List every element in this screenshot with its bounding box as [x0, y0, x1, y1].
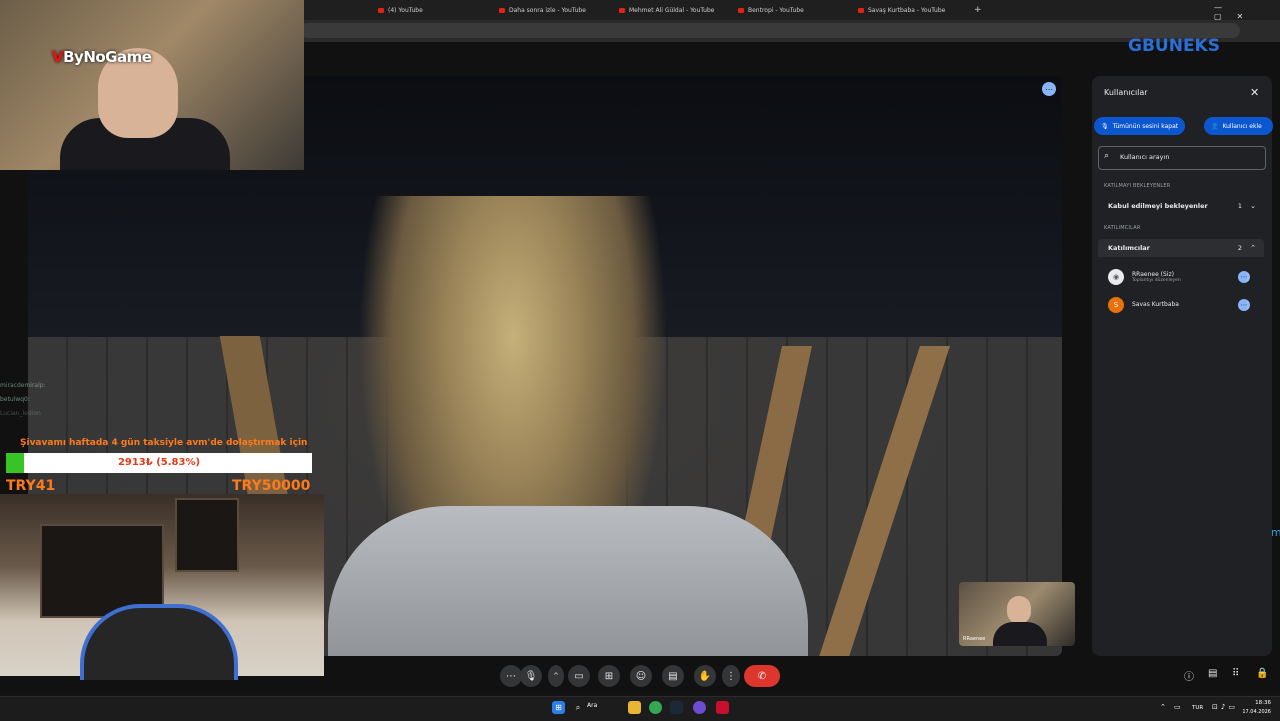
camera-button[interactable]: ▭: [568, 665, 590, 687]
waiting-count: 1: [1237, 202, 1242, 210]
window-controls[interactable]: —▢✕: [1214, 3, 1280, 21]
self-tile-name: RRaenee: [963, 636, 986, 642]
mic-button[interactable]: 🎙: [520, 665, 542, 687]
user-search-input[interactable]: [1120, 150, 1260, 164]
chevron-up-icon[interactable]: ^: [548, 665, 564, 687]
waiting-group[interactable]: Kabul edilmeyi bekleyenler 1 ⌄: [1098, 197, 1264, 215]
youtube-icon: [738, 7, 744, 13]
chevron-down-icon: ⌄: [1250, 202, 1256, 210]
avatar: S: [1108, 297, 1124, 313]
raise-hand-button[interactable]: ✋: [694, 665, 716, 687]
info-icon[interactable]: ⓘ: [1184, 668, 1194, 683]
search-icon[interactable]: ⌕: [572, 701, 584, 714]
clock-date[interactable]: 17.04.2026: [1240, 709, 1271, 715]
streamer-webcam: [0, 0, 304, 170]
address-field[interactable]: [300, 23, 1240, 38]
participant-name: RRaenee (Siz): [1132, 270, 1174, 278]
host-controls-icon[interactable]: 🔒: [1256, 668, 1268, 679]
donation-goal-title: Şivavamı haftada 4 gün taksiyle avm'de d…: [20, 438, 308, 448]
new-tab-button[interactable]: +: [974, 2, 982, 18]
donation-goal-max: TRY50000: [232, 478, 311, 494]
stream-chat: miracdemiralp: betulwq0: Lucian_ledion: [0, 382, 200, 424]
present-button[interactable]: ⊞: [598, 665, 620, 687]
network-icon[interactable]: ▭: [1174, 703, 1181, 711]
chat-icon[interactable]: ▤: [1208, 668, 1217, 679]
add-person-icon: 👤: [1211, 122, 1219, 130]
gbuneks-logo: GBUNEKS: [1128, 36, 1220, 56]
more-actions-button[interactable]: ⋯: [500, 665, 522, 687]
donation-goal-min: TRY41: [6, 478, 56, 494]
tab-bentropi[interactable]: Bentropi - YouTube: [738, 2, 848, 18]
chat-line: miracdemiralp:: [0, 382, 46, 389]
chat-line: Lucian_ledion: [0, 410, 41, 417]
tile-more-options-icon[interactable]: ⋯: [1042, 82, 1056, 96]
search-icon: ⌕: [1104, 151, 1110, 161]
file-explorer-icon[interactable]: [628, 701, 641, 714]
chrome-icon[interactable]: [649, 701, 662, 714]
options-button[interactable]: ⋮: [722, 665, 740, 687]
waiting-section-label: Katılmayı bekleyenler: [1104, 183, 1171, 189]
bynogame-logo: VByNoGame: [52, 48, 152, 66]
windows-start-icon[interactable]: ⊞: [552, 701, 565, 714]
close-icon[interactable]: ✕: [1250, 86, 1259, 99]
language-indicator[interactable]: TUR: [1192, 705, 1203, 711]
participant-role: Toplantıyı düzenleyen: [1132, 277, 1181, 283]
participants-section-label: Katılımcılar: [1104, 225, 1141, 231]
tray-icons[interactable]: ⊡♪▭: [1212, 703, 1238, 711]
end-call-button[interactable]: ✆: [744, 665, 780, 687]
chat-line: betulwq0:: [0, 396, 30, 403]
tab-watch-later[interactable]: Daha sonra izle - YouTube: [499, 2, 609, 18]
mic-off-icon: 🎙: [1101, 122, 1109, 130]
participant-row: S Savas Kurtbaba ⋯ ⋮: [1098, 292, 1264, 318]
chevron-up-icon: ⌃: [1250, 244, 1256, 252]
tab-mehmet-ali[interactable]: Mehmet Ali Güldal - YouTube: [619, 2, 729, 18]
youtube-icon: [858, 7, 864, 13]
taskbar-search-label[interactable]: Ara: [587, 702, 597, 709]
youtube-icon: [378, 7, 384, 13]
emoji-button[interactable]: ☺: [630, 665, 652, 687]
add-user-button[interactable]: 👤 Kullanıcı ekle: [1204, 117, 1273, 135]
activities-icon[interactable]: ⠿: [1232, 668, 1239, 679]
participants-count: 2: [1237, 244, 1242, 252]
youtube-icon: [499, 7, 505, 13]
discord-icon[interactable]: [693, 701, 706, 714]
youtube-icon: [619, 7, 625, 13]
tray-chevron-icon[interactable]: ⌃: [1160, 703, 1166, 711]
captions-button[interactable]: ▤: [662, 665, 684, 687]
kebab-menu-icon[interactable]: ⋮: [1244, 273, 1252, 282]
mute-all-button[interactable]: 🎙 Tümünün sesini kapat: [1094, 117, 1186, 135]
panel-title: Kullanıcılar: [1104, 88, 1148, 97]
participant-name: Savas Kurtbaba: [1132, 301, 1179, 309]
donation-goal-amount: 2913₺ (5.83%): [117, 457, 201, 468]
streaming-app-icon[interactable]: [716, 701, 729, 714]
kebab-menu-icon[interactable]: ⋮: [1244, 301, 1252, 310]
avatar: ◉: [1108, 269, 1124, 285]
room-camera: [0, 494, 324, 680]
participant-row: ◉ RRaenee (Siz) Toplantıyı düzenleyen ⋯ ⋮: [1098, 264, 1264, 290]
steam-icon[interactable]: [670, 701, 683, 714]
participants-group[interactable]: Katılımcılar 2 ⌃: [1098, 239, 1264, 257]
tab-youtube-home[interactable]: (4) YouTube: [378, 2, 488, 18]
tab-savas-kurtbaba[interactable]: Savaş Kurtbaba - YouTube: [858, 2, 968, 18]
clock-time[interactable]: 18:36: [1243, 700, 1271, 706]
